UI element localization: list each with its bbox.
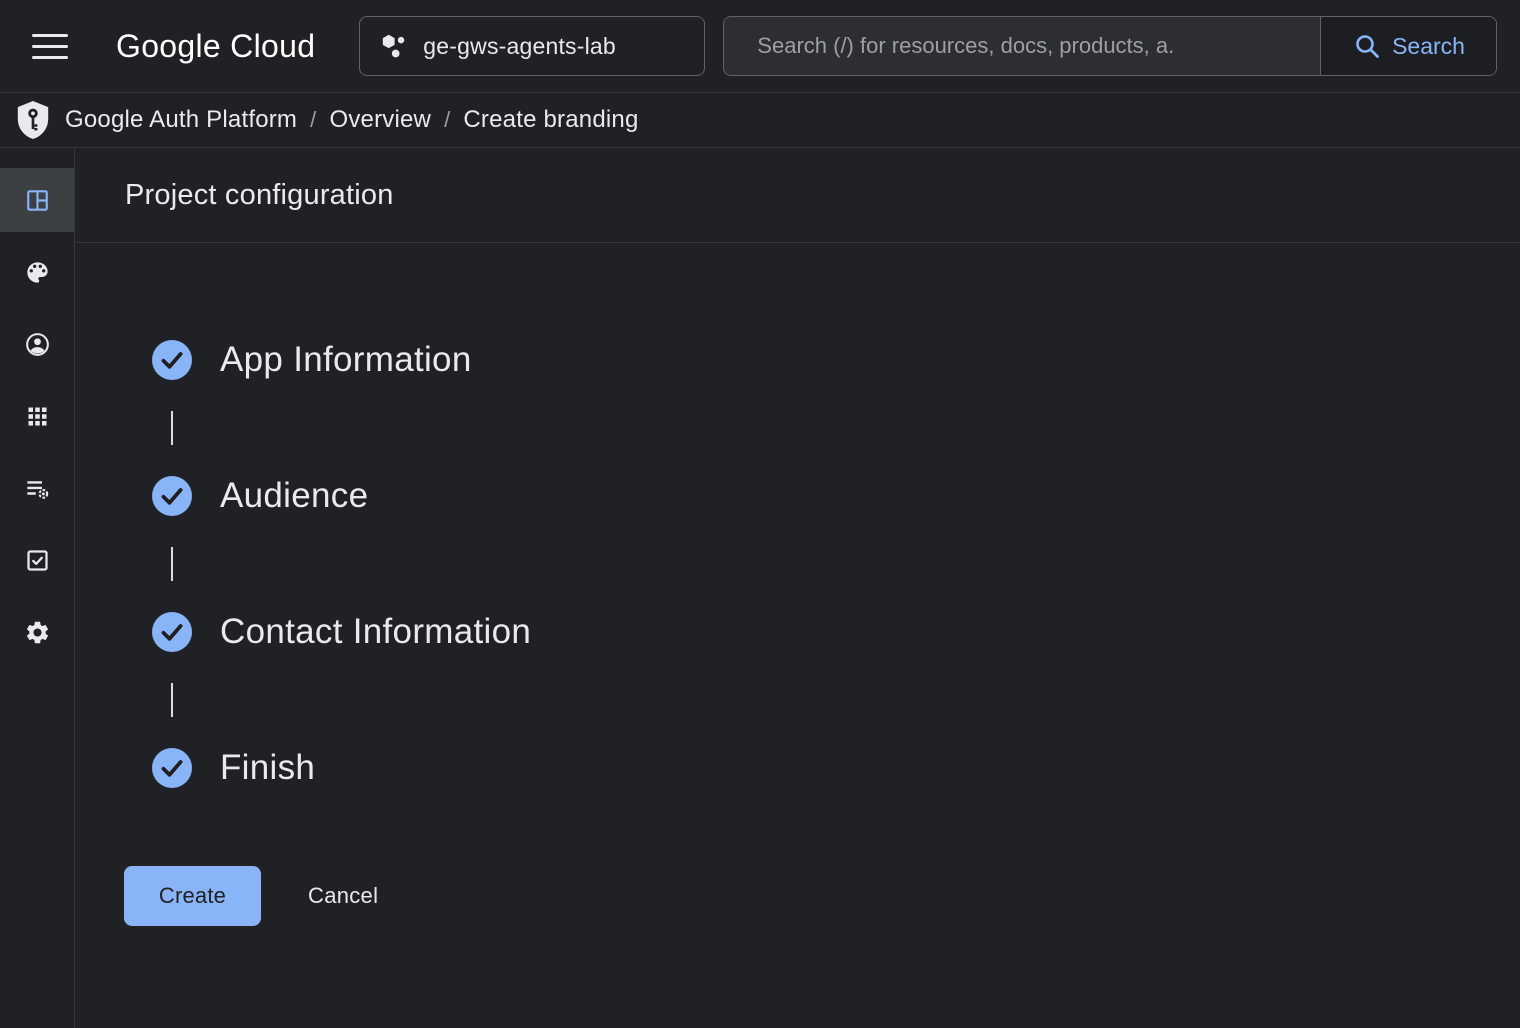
main-menu-button[interactable]	[28, 24, 72, 68]
form-actions: Create Cancel	[124, 866, 1520, 926]
auth-platform-shield-key-icon	[14, 99, 52, 141]
step-app-information: App Information	[152, 340, 1520, 445]
page-title: Project configuration	[125, 179, 394, 212]
step-contact-information: Contact Information	[152, 612, 1520, 717]
hamburger-icon	[32, 34, 68, 37]
project-selector[interactable]: ge-gws-agents-lab	[359, 16, 705, 76]
breadcrumb-separator: /	[444, 107, 450, 133]
step-label: Contact Information	[220, 612, 531, 652]
search-button[interactable]: Search	[1320, 17, 1496, 75]
sidebar-item-settings[interactable]	[0, 600, 74, 664]
search-bar: Search	[723, 16, 1497, 76]
step-label: Finish	[220, 748, 315, 788]
step-header-contact-information[interactable]: Contact Information	[152, 612, 531, 652]
step-header-app-information[interactable]: App Information	[152, 340, 472, 380]
sidebar-item-data-access[interactable]	[0, 456, 74, 520]
sidebar-item-clients[interactable]	[0, 384, 74, 448]
sidebar-item-branding[interactable]	[0, 240, 74, 304]
apps-grid-icon	[24, 403, 51, 430]
cancel-button[interactable]: Cancel	[302, 882, 384, 910]
step-completed-check-icon	[152, 340, 192, 380]
create-button[interactable]: Create	[124, 866, 261, 926]
sidebar-item-audience[interactable]	[0, 312, 74, 376]
step-audience: Audience	[152, 476, 1520, 581]
top-app-bar: Google Cloud ge-gws-agents-lab Search	[0, 0, 1520, 93]
dashboard-grid-icon	[24, 187, 51, 214]
sidebar-item-overview[interactable]	[0, 168, 74, 232]
checkbox-check-icon	[24, 547, 51, 574]
breadcrumb-item-create-branding: Create branding	[463, 106, 638, 134]
step-completed-check-icon	[152, 612, 192, 652]
step-connector-line	[171, 683, 173, 717]
step-finish: Finish	[152, 748, 1520, 788]
main-panel: Project configuration App Information	[75, 148, 1520, 1028]
search-input[interactable]	[724, 17, 1320, 75]
step-label: App Information	[220, 340, 472, 380]
step-label: Audience	[220, 476, 368, 516]
step-connector-line	[171, 547, 173, 581]
breadcrumb-separator: /	[310, 107, 316, 133]
step-connector-line	[171, 411, 173, 445]
page-header: Project configuration	[75, 148, 1520, 243]
content-area: Project configuration App Information	[0, 148, 1520, 1028]
google-cloud-logo[interactable]: Google Cloud	[116, 28, 315, 65]
palette-icon	[24, 259, 51, 286]
breadcrumb-bar: Google Auth Platform / Overview / Create…	[0, 93, 1520, 148]
breadcrumb: Google Auth Platform / Overview / Create…	[65, 106, 639, 134]
gear-icon	[24, 619, 51, 646]
project-configuration-stepper: App Information Audience	[75, 243, 1520, 788]
person-circle-icon	[24, 331, 51, 358]
project-icon	[378, 31, 408, 61]
breadcrumb-item-overview[interactable]: Overview	[329, 106, 431, 134]
search-button-label: Search	[1392, 33, 1465, 60]
step-header-finish[interactable]: Finish	[152, 748, 315, 788]
step-completed-check-icon	[152, 748, 192, 788]
project-name: ge-gws-agents-lab	[423, 33, 616, 60]
step-header-audience[interactable]: Audience	[152, 476, 368, 516]
left-nav-sidebar	[0, 148, 75, 1028]
sidebar-item-verification[interactable]	[0, 528, 74, 592]
step-completed-check-icon	[152, 476, 192, 516]
list-settings-icon	[24, 475, 51, 502]
breadcrumb-item-google-auth-platform[interactable]: Google Auth Platform	[65, 106, 297, 134]
search-icon	[1352, 31, 1382, 61]
